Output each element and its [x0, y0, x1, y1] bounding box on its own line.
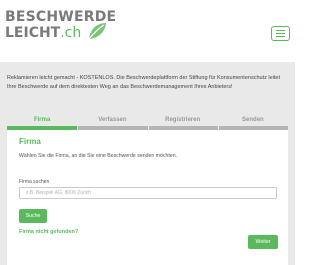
- hamburger-icon-line: [276, 33, 285, 34]
- progress-steps: Firma Verfassen Registrieren Senden: [7, 115, 288, 130]
- header: BESCHWERDE LEICHT.ch: [0, 0, 295, 62]
- company-panel: Firma Wählen Sie die Firma, an die Sie e…: [7, 130, 288, 265]
- next-button[interactable]: Weiter: [248, 235, 278, 249]
- panel-title: Firma: [19, 137, 41, 146]
- search-button[interactable]: Suche: [19, 209, 47, 223]
- main-content: Reklamieren leicht gemacht - KOSTENLOS. …: [0, 62, 295, 265]
- logo-text-main: LEICHT: [5, 25, 61, 41]
- page: BESCHWERDE LEICHT.ch Reklamieren leicht …: [0, 0, 295, 265]
- leaf-icon: [88, 23, 106, 40]
- logo[interactable]: BESCHWERDE LEICHT.ch: [5, 9, 116, 47]
- hamburger-icon-line: [276, 36, 285, 37]
- logo-text-tld: .ch: [60, 25, 82, 41]
- hamburger-icon-line: [276, 30, 285, 31]
- step-label: Senden: [242, 117, 264, 123]
- step-senden: Senden: [218, 115, 288, 130]
- search-label: Firma suchen: [19, 179, 50, 185]
- logo-text-line2: LEICHT.ch: [5, 25, 81, 41]
- company-search-input[interactable]: [19, 187, 277, 199]
- intro-text: Reklamieren leicht gemacht - KOSTENLOS. …: [7, 75, 280, 90]
- step-label: Verfassen: [98, 117, 127, 123]
- panel-subtitle: Wählen Sie die Firma, an die Sie eine Be…: [19, 153, 178, 159]
- step-registrieren: Registrieren: [148, 115, 218, 130]
- step-label: Firma: [33, 117, 51, 123]
- step-firma: Firma: [7, 115, 78, 130]
- menu-button[interactable]: [271, 26, 290, 41]
- step-verfassen: Verfassen: [77, 115, 148, 130]
- step-label: Registrieren: [165, 117, 201, 123]
- company-not-found-link[interactable]: Firma nicht gefunden?: [19, 229, 78, 235]
